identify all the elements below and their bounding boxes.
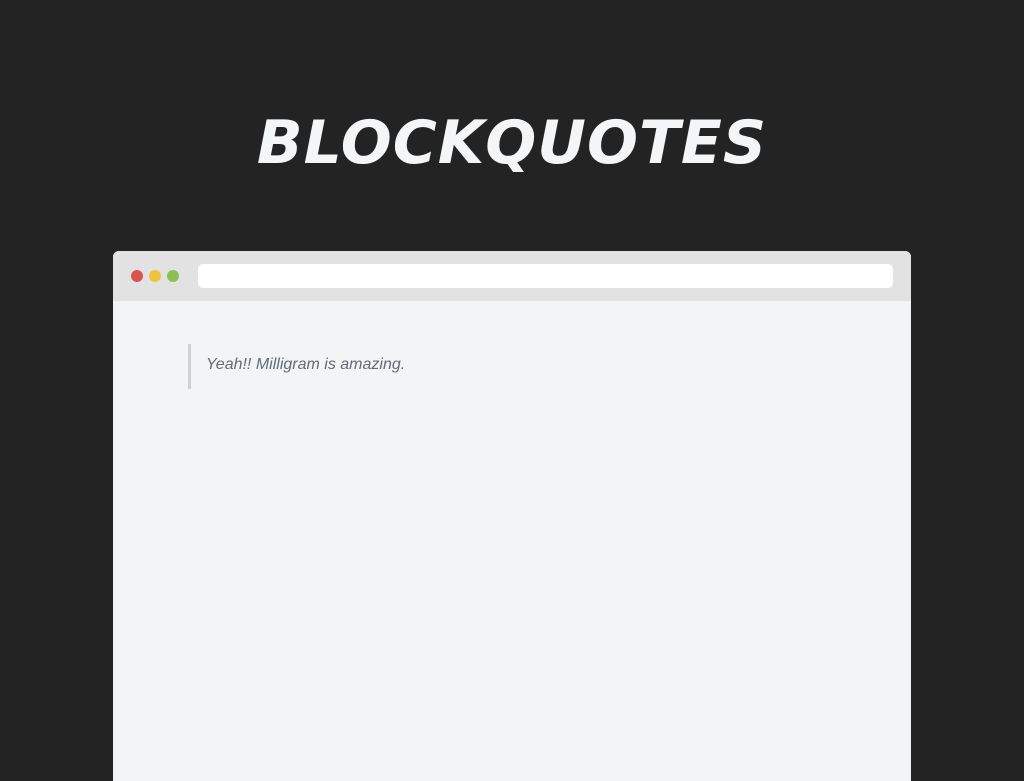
blockquote-text: Yeah!! Milligram is amazing. bbox=[206, 356, 406, 373]
minimize-window-dot[interactable] bbox=[149, 270, 161, 282]
page-heading: BLOCKQUOTES bbox=[256, 108, 768, 178]
browser-content: Yeah!! Milligram is amazing. bbox=[113, 301, 911, 781]
blockquote: Yeah!! Milligram is amazing. bbox=[188, 344, 791, 389]
maximize-window-dot[interactable] bbox=[167, 270, 179, 282]
address-bar[interactable] bbox=[198, 264, 893, 288]
close-window-dot[interactable] bbox=[131, 270, 143, 282]
browser-window: Yeah!! Milligram is amazing. bbox=[113, 251, 911, 781]
browser-titlebar bbox=[113, 251, 911, 301]
